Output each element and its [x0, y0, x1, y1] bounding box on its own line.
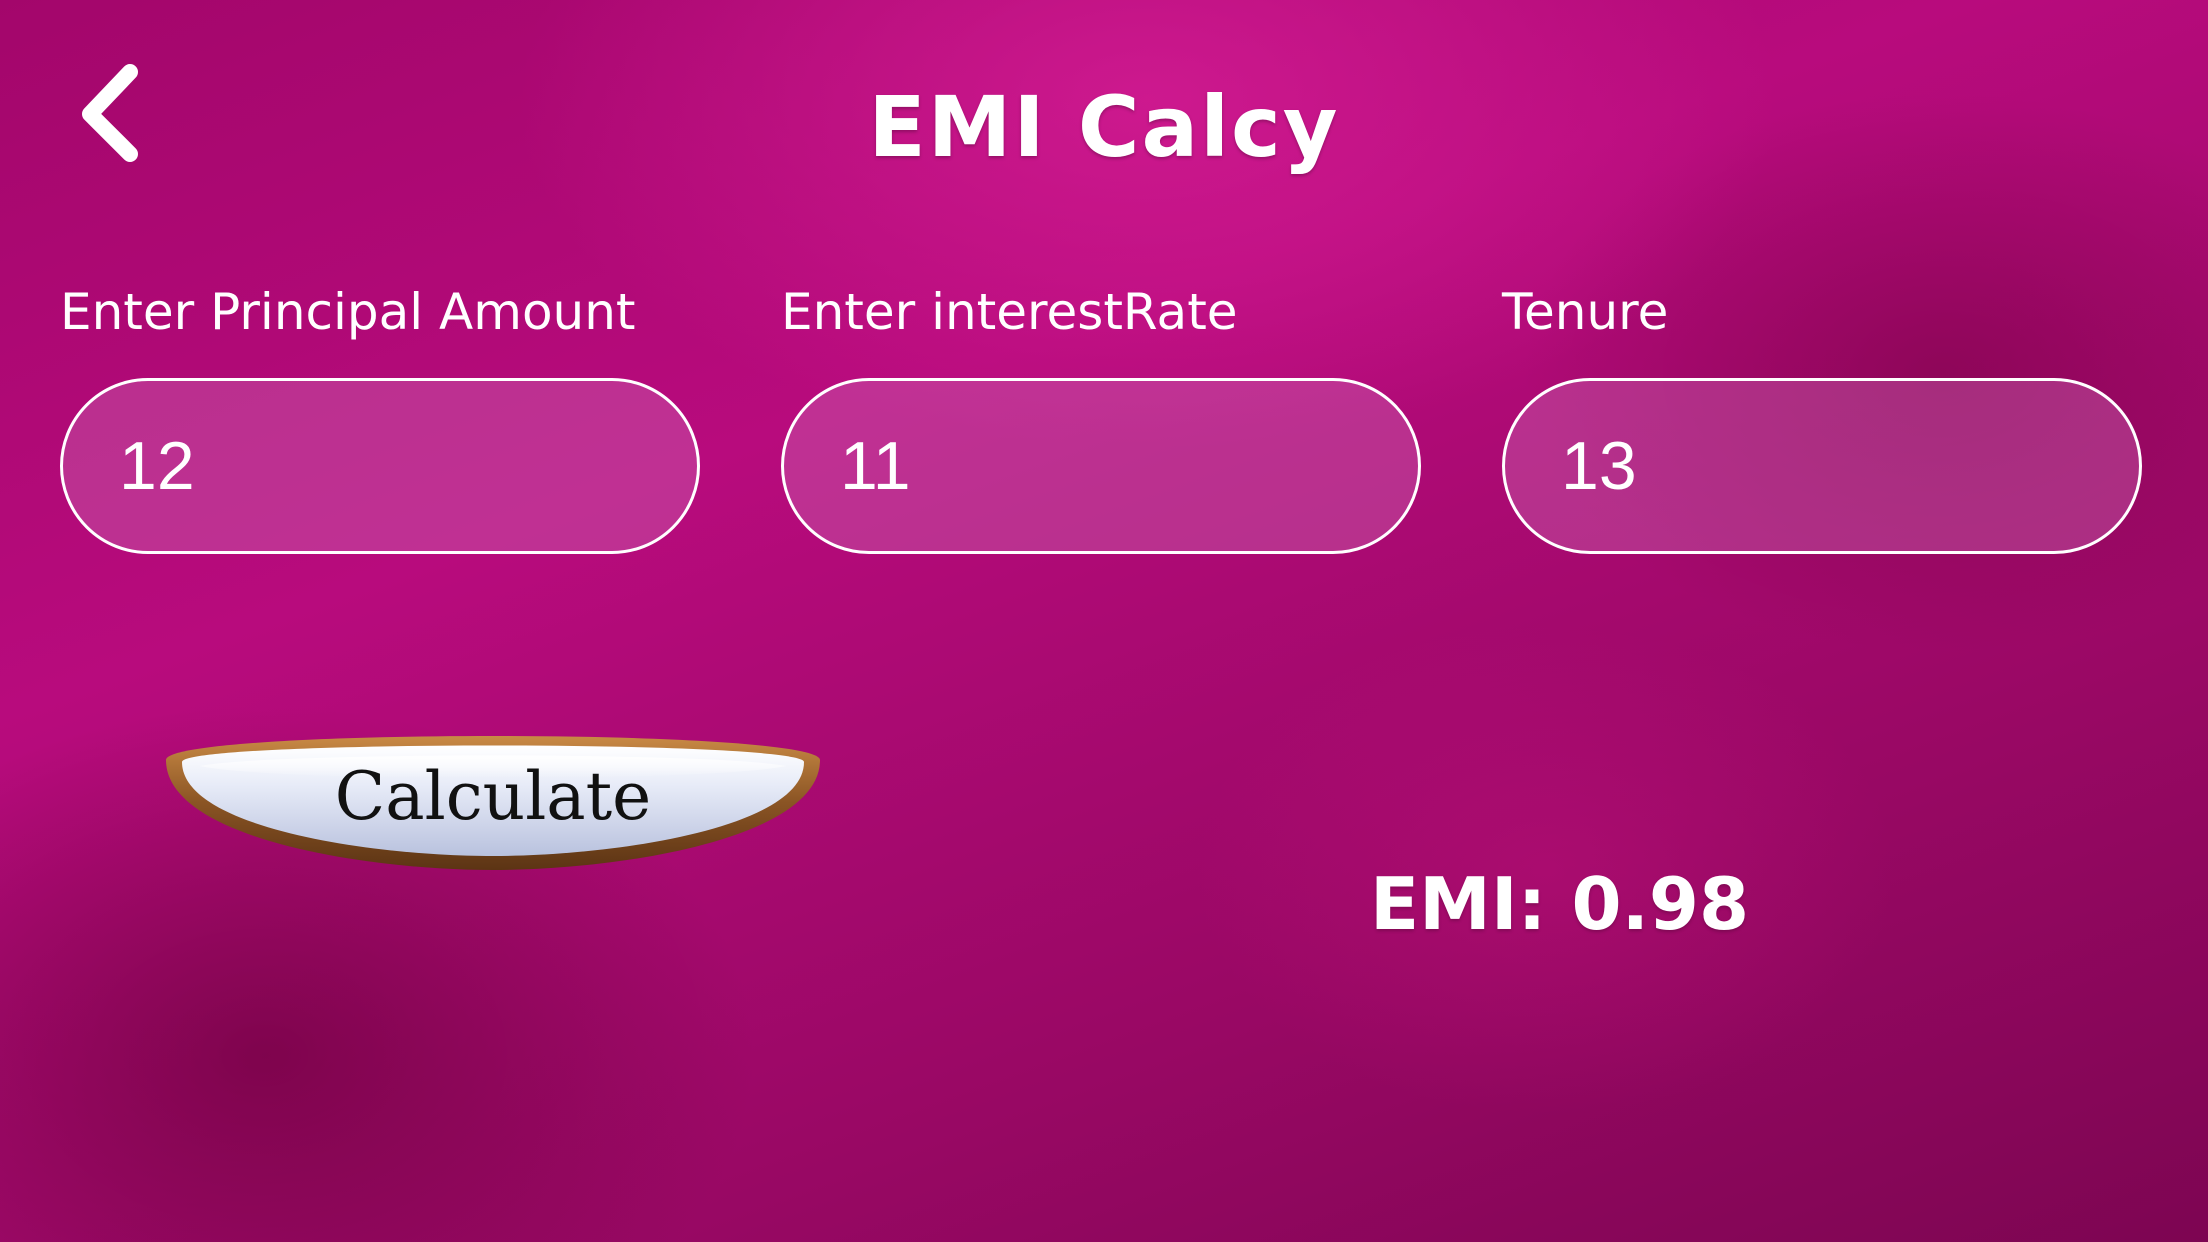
interest-rate-input[interactable]: [781, 378, 1421, 554]
interest-rate-label: Enter interestRate: [781, 283, 1238, 341]
tenure-input[interactable]: [1502, 378, 2142, 554]
emi-result: EMI: 0.98: [1370, 862, 1750, 946]
principal-input[interactable]: [60, 378, 700, 554]
calculate-button[interactable]: Calculate: [152, 718, 834, 876]
principal-label: Enter Principal Amount: [60, 283, 636, 341]
tenure-label: Tenure: [1502, 283, 1669, 341]
calculate-label: Calculate: [334, 758, 652, 835]
page-title: EMI Calcy: [868, 78, 1340, 176]
